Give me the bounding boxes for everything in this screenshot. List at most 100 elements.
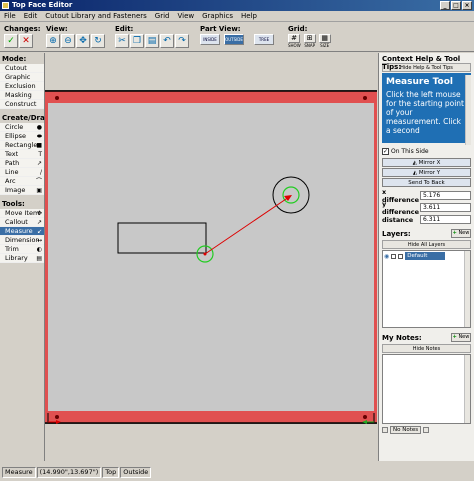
outside-view-button[interactable]: OUTSIDE bbox=[224, 34, 244, 45]
trim-icon: ◐ bbox=[36, 246, 42, 253]
tool-callout[interactable]: Callout ↗ bbox=[0, 218, 44, 227]
path-icon: ↗ bbox=[36, 160, 42, 167]
grid-show-toggle[interactable]: # SHOW bbox=[288, 34, 301, 48]
tool-callout-label: Callout bbox=[5, 218, 28, 226]
draw-arc[interactable]: Arc ⌒ bbox=[0, 177, 44, 186]
pan-button[interactable]: ✥ bbox=[76, 34, 90, 48]
send-to-back-button[interactable]: Send To Back bbox=[382, 178, 471, 187]
draw-line-label: Line bbox=[5, 168, 19, 176]
right-panel: Context Help & Tool Tips: Hide Help & To… bbox=[378, 53, 474, 461]
mode-graphic[interactable]: Graphic bbox=[0, 73, 44, 82]
changes-group: Changes: ✓ ✕ bbox=[4, 25, 41, 48]
mode-masking[interactable]: Masking bbox=[0, 91, 44, 100]
menu-edit[interactable]: Edit bbox=[24, 11, 38, 21]
lock-icon[interactable] bbox=[391, 253, 397, 259]
draw-path[interactable]: Path ↗ bbox=[0, 159, 44, 168]
minimize-button[interactable]: _ bbox=[440, 1, 450, 10]
arc-icon: ⌒ bbox=[35, 178, 42, 185]
undo-icon: ↶ bbox=[163, 35, 171, 46]
accept-button[interactable]: ✓ bbox=[4, 34, 18, 48]
copy-button[interactable]: ❐ bbox=[130, 34, 144, 48]
hide-notes-button[interactable]: Hide Notes bbox=[382, 344, 471, 353]
notes-scrollbar[interactable] bbox=[464, 355, 470, 423]
paste-button[interactable]: ▤ bbox=[145, 34, 159, 48]
checkmark-icon: ✓ bbox=[7, 35, 15, 46]
grid-size-button[interactable]: ▦ SIZE bbox=[318, 34, 331, 48]
draw-rectangle[interactable]: Rectangle ■ bbox=[0, 141, 44, 150]
tool-dimension[interactable]: Dimension ↔ bbox=[0, 236, 44, 245]
y-difference-field[interactable]: 3.611 bbox=[420, 203, 471, 212]
mode-exclusion[interactable]: Exclusion bbox=[0, 82, 44, 91]
draw-ellipse-label: Ellipse bbox=[5, 132, 27, 140]
layer-color-icon[interactable] bbox=[398, 253, 404, 259]
maximize-button[interactable]: □ bbox=[451, 1, 461, 10]
new-note-button[interactable]: + New bbox=[451, 333, 471, 342]
tool-measure[interactable]: Measure ↙ bbox=[0, 227, 44, 236]
refresh-view-button[interactable]: ↻ bbox=[91, 34, 105, 48]
layer-scrollbar[interactable] bbox=[464, 251, 470, 327]
tool-library[interactable]: Library ▤ bbox=[0, 254, 44, 263]
notes-list[interactable] bbox=[382, 354, 471, 424]
hide-all-layers-button[interactable]: Hide All Layers bbox=[382, 240, 471, 249]
menu-grid[interactable]: Grid bbox=[155, 11, 170, 21]
tool-trim[interactable]: Trim ◐ bbox=[0, 245, 44, 254]
draw-line[interactable]: Line / bbox=[0, 168, 44, 177]
x-difference-field[interactable]: 5.176 bbox=[420, 191, 471, 200]
canvas-svg[interactable] bbox=[45, 53, 377, 461]
layer-name[interactable]: Default bbox=[405, 252, 446, 260]
library-icon: ▤ bbox=[36, 255, 42, 262]
on-this-side-option[interactable]: ✓ On This Side bbox=[379, 144, 474, 157]
undo-button[interactable]: ↶ bbox=[160, 34, 174, 48]
mode-construct[interactable]: Construct bbox=[0, 100, 44, 109]
grid-snap-toggle[interactable]: ⊞ SNAP bbox=[303, 34, 316, 48]
menu-view[interactable]: View bbox=[177, 11, 194, 21]
menu-cutout-library[interactable]: Cutout Library and Fasteners bbox=[45, 11, 147, 21]
layer-row[interactable]: ◉ Default bbox=[383, 252, 470, 260]
cancel-button[interactable]: ✕ bbox=[19, 34, 33, 48]
drawing-canvas[interactable] bbox=[45, 53, 377, 461]
zoom-out-button[interactable]: ⊖ bbox=[61, 34, 75, 48]
draw-image[interactable]: Image ▣ bbox=[0, 186, 44, 195]
y-difference-label: y difference bbox=[382, 199, 420, 216]
help-scrollbar[interactable] bbox=[465, 75, 471, 145]
draw-text[interactable]: Text T bbox=[0, 150, 44, 159]
notes-prev-button[interactable] bbox=[382, 427, 388, 433]
paste-icon: ▤ bbox=[147, 35, 157, 46]
distance-field[interactable]: 6.311 bbox=[420, 215, 471, 224]
bottom-edge-band bbox=[45, 411, 377, 423]
new-layer-button[interactable]: + New bbox=[451, 229, 471, 238]
mount-point-bottom-right bbox=[363, 415, 367, 419]
menu-file[interactable]: File bbox=[4, 11, 16, 21]
layer-list: ◉ Default bbox=[382, 250, 471, 328]
mirror-y-label: Mirror Y bbox=[418, 170, 441, 176]
top-edge-band bbox=[45, 91, 377, 103]
tool-move-item[interactable]: Move Item ✥ bbox=[0, 209, 44, 218]
mirror-x-button[interactable]: ◭ Mirror X bbox=[382, 158, 471, 167]
menu-graphics[interactable]: Graphics bbox=[202, 11, 233, 21]
tool-move-item-label: Move Item bbox=[5, 209, 40, 217]
pan-icon: ✥ bbox=[79, 35, 87, 46]
mode-cutout[interactable]: Cutout bbox=[0, 64, 44, 73]
mount-point-bottom-left bbox=[55, 415, 59, 419]
edit-group: Edit: ✂ ❐ ▤ ↶ ↷ bbox=[115, 25, 189, 48]
tree-view-button[interactable]: TREE bbox=[254, 34, 274, 45]
draw-ellipse[interactable]: Ellipse ⬬ bbox=[0, 132, 44, 141]
panel-face[interactable] bbox=[45, 90, 377, 424]
view-group: View: ⊕ ⊖ ✥ ↻ bbox=[46, 25, 105, 48]
inside-view-button[interactable]: INSIDE bbox=[200, 34, 220, 45]
plus-icon: + bbox=[452, 334, 457, 340]
move-icon: ✥ bbox=[36, 210, 42, 217]
help-heading: Measure Tool bbox=[386, 77, 453, 87]
close-window-button[interactable]: × bbox=[462, 1, 472, 10]
draw-circle[interactable]: Circle ● bbox=[0, 123, 44, 132]
eye-icon[interactable]: ◉ bbox=[384, 253, 389, 260]
grid-snap-label: SNAP bbox=[304, 43, 315, 48]
mirror-y-button[interactable]: ◭ Mirror Y bbox=[382, 168, 471, 177]
on-this-side-checkbox[interactable]: ✓ bbox=[382, 148, 389, 155]
redo-button[interactable]: ↷ bbox=[175, 34, 189, 48]
notes-next-button[interactable] bbox=[423, 427, 430, 433]
menu-help[interactable]: Help bbox=[241, 11, 257, 21]
zoom-in-button[interactable]: ⊕ bbox=[46, 34, 60, 48]
cut-button[interactable]: ✂ bbox=[115, 34, 129, 48]
part-view-label: Part View: bbox=[200, 25, 241, 33]
